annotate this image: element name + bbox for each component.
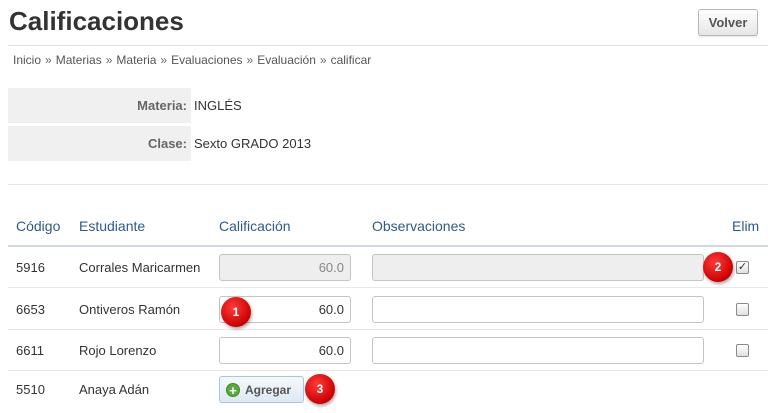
table-row: 6611 Rojo Lorenzo 60.0 [8, 330, 768, 371]
delete-checkbox[interactable]: ✓ [736, 261, 749, 274]
student-code: 5916 [16, 260, 45, 275]
check-icon: ✓ [737, 261, 748, 273]
info-row-materia: Materia: INGLÉS [8, 88, 768, 123]
callout-marker-1: 1 [221, 297, 251, 327]
grade-input[interactable]: 60.0 [219, 337, 351, 364]
back-button[interactable]: Volver [698, 9, 758, 36]
breadcrumb-item-materias[interactable]: Materias [56, 53, 102, 67]
student-name: Anaya Adán [79, 382, 150, 397]
clase-label: Clase: [8, 126, 191, 161]
student-name: Rojo Lorenzo [79, 343, 157, 358]
student-code: 6653 [16, 302, 45, 317]
column-header-codigo: Código [16, 218, 61, 234]
table-row: 5916 Corrales Maricarmen 60.0 ✓ [8, 247, 768, 288]
delete-checkbox[interactable] [736, 303, 749, 316]
info-row-clase: Clase: Sexto GRADO 2013 [8, 126, 768, 161]
table-row: 6653 Ontiveros Ramón 60.0 [8, 289, 768, 330]
breadcrumb-separator: » [160, 53, 168, 67]
title-divider [8, 45, 768, 46]
table-row: 5510 Anaya Adán + Agregar [8, 371, 768, 412]
breadcrumb-item-materia[interactable]: Materia [116, 53, 156, 67]
student-name: Ontiveros Ramón [79, 302, 181, 317]
materia-label: Materia: [8, 88, 191, 123]
breadcrumb-separator: » [319, 53, 327, 67]
column-header-estudiante: Estudiante [79, 218, 146, 234]
column-header-observaciones: Observaciones [372, 218, 466, 234]
breadcrumb-item-evaluaciones[interactable]: Evaluaciones [171, 53, 242, 67]
breadcrumb-item-inicio[interactable]: Inicio [13, 53, 41, 67]
observation-input [372, 254, 704, 281]
grade-input: 60.0 [219, 254, 351, 281]
materia-value: INGLÉS [194, 98, 242, 113]
delete-checkbox[interactable] [736, 344, 749, 357]
section-divider [8, 184, 768, 185]
observation-input[interactable] [372, 296, 704, 323]
callout-marker-2: 2 [703, 252, 733, 282]
breadcrumb-separator: » [45, 53, 52, 67]
breadcrumb-item-calificar: calificar [330, 53, 372, 67]
page-title: Calificaciones [9, 6, 184, 36]
observation-input[interactable] [372, 337, 704, 364]
callout-marker-3: 3 [305, 374, 335, 404]
breadcrumb-separator: » [246, 53, 254, 67]
column-header-calificacion: Calificación [219, 218, 291, 234]
breadcrumb: Inicio» Materias» Materia» Evaluaciones» Eva… [13, 53, 371, 67]
add-grade-button[interactable]: + Agregar [219, 376, 304, 403]
student-name: Corrales Maricarmen [79, 260, 201, 275]
student-code: 6611 [16, 343, 44, 358]
clase-value: Sexto GRADO 2013 [194, 136, 312, 151]
plus-circle-icon: + [226, 382, 240, 397]
student-code: 5510 [16, 382, 45, 397]
add-grade-label: Agregar [245, 382, 292, 397]
breadcrumb-separator: » [105, 53, 113, 67]
breadcrumb-item-evaluacion[interactable]: Evaluación [257, 53, 316, 67]
column-header-elim: Elim [732, 218, 760, 234]
